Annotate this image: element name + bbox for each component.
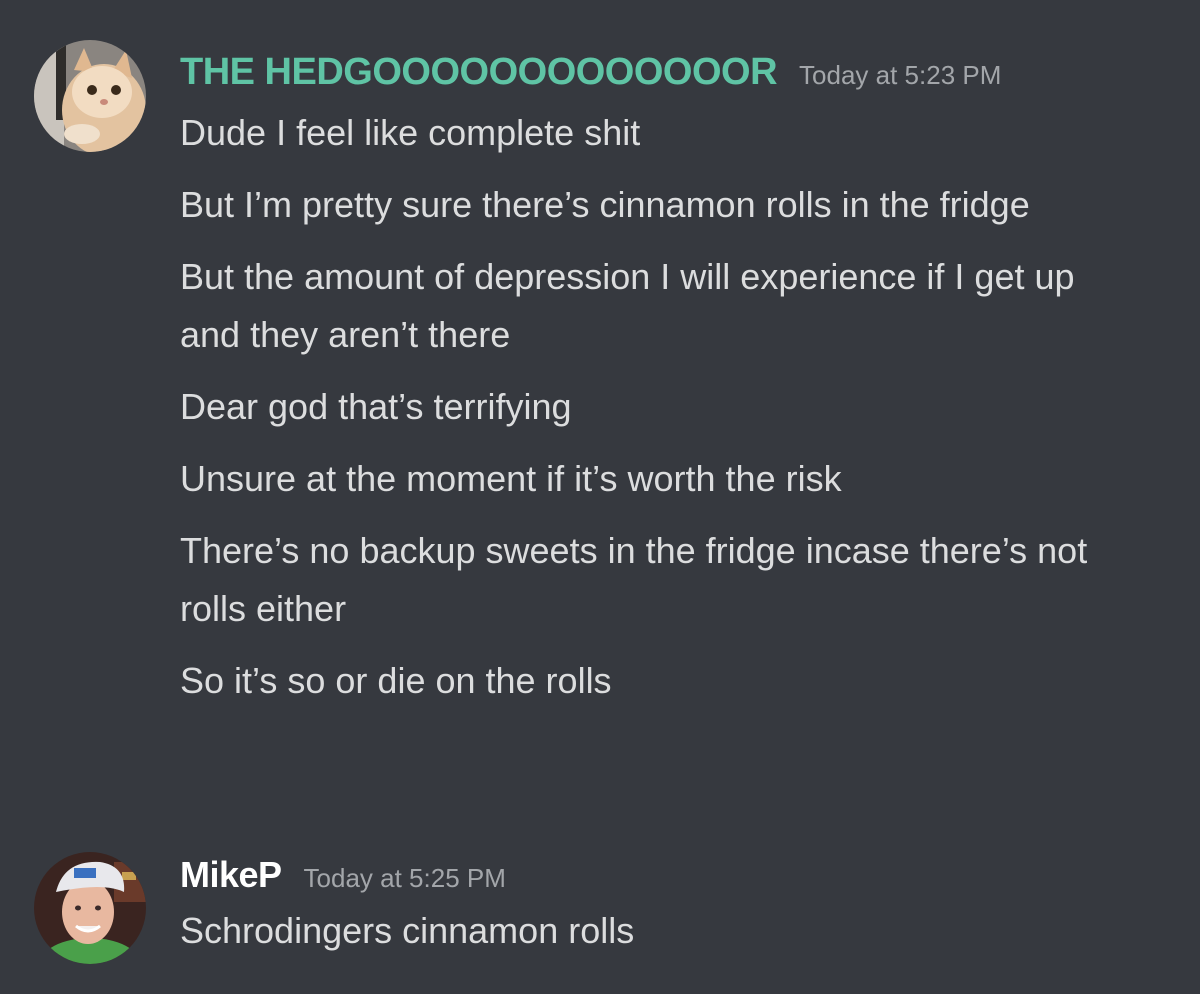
- message-text: There’s no backup sweets in the fridge i…: [180, 530, 1088, 629]
- message-text: But the amount of depression I will expe…: [180, 256, 1075, 355]
- message-header: THE HEDGOOOOOOOOOOOOOR Today at 5:23 PM: [180, 40, 1170, 104]
- cat-avatar-icon: [34, 40, 146, 152]
- message-text: Schrodingers cinnamon rolls: [180, 910, 635, 951]
- message-text: So it’s so or die on the rolls: [180, 660, 612, 701]
- avatar[interactable]: [34, 852, 146, 964]
- timestamp[interactable]: Today at 5:23 PM: [799, 43, 1001, 107]
- message-content: THE HEDGOOOOOOOOOOOOOR Today at 5:23 PM …: [180, 40, 1170, 724]
- message-text: Dear god that’s terrifying: [180, 386, 572, 427]
- message-text: But I’m pretty sure there’s cinnamon rol…: [180, 184, 1030, 225]
- person-avatar-icon: [34, 852, 146, 964]
- chat-messages: THE HEDGOOOOOOOOOOOOOR Today at 5:23 PM …: [0, 0, 1200, 994]
- timestamp[interactable]: Today at 5:25 PM: [304, 851, 506, 905]
- username[interactable]: MikeP: [180, 848, 282, 902]
- username[interactable]: THE HEDGOOOOOOOOOOOOOR: [180, 40, 778, 104]
- avatar[interactable]: [34, 40, 146, 152]
- message-text: Dude I feel like complete shit: [180, 112, 641, 153]
- message-header: MikeP Today at 5:25 PM: [180, 848, 1170, 902]
- message-content: MikeP Today at 5:25 PM Schrodingers cinn…: [180, 848, 1170, 974]
- message-text: Unsure at the moment if it’s worth the r…: [180, 458, 842, 499]
